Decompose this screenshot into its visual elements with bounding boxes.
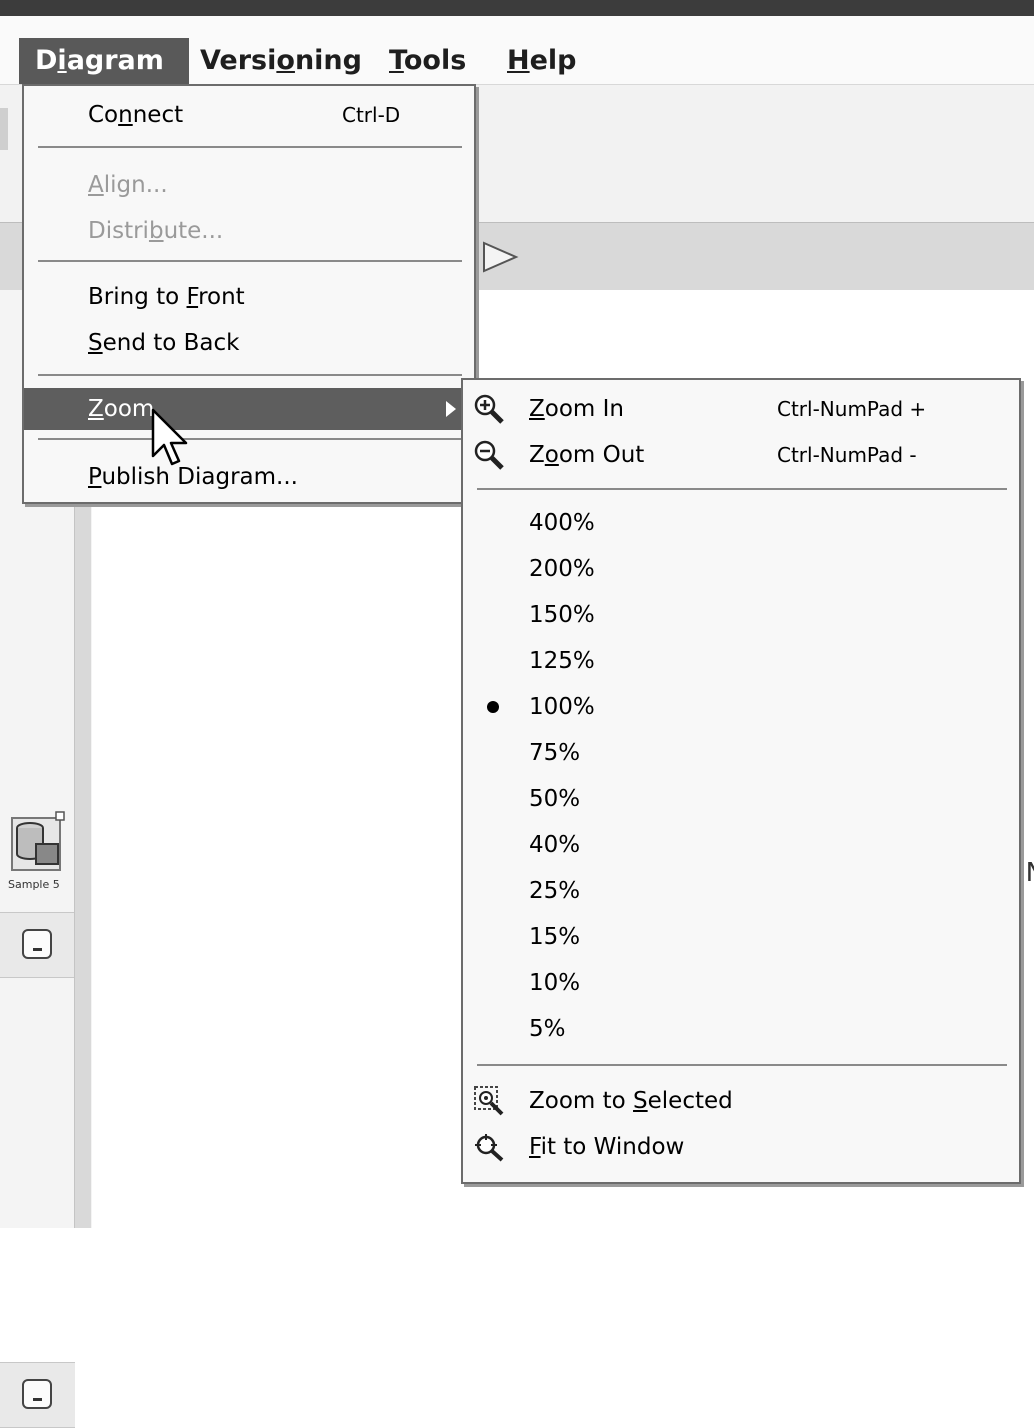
zoom-menu-item[interactable]: Zoom (24, 388, 474, 430)
zoom-submenu: Zoom In Ctrl-NumPad + Zoom Out Ctrl-NumP… (461, 378, 1021, 1184)
menu-separator (38, 260, 462, 262)
menu-separator (38, 146, 462, 148)
zoom-level-item[interactable]: 400% (463, 500, 1019, 546)
zoom-out-icon (474, 440, 504, 470)
menu-help[interactable]: Help (493, 38, 591, 84)
publish-diagram-menu-item[interactable]: Publish Diagram... (24, 456, 474, 498)
fit-to-window-icon (475, 1134, 504, 1162)
panel-header (0, 1362, 75, 1428)
zoom-out-menu-item[interactable]: Zoom Out Ctrl-NumPad - (463, 432, 1019, 478)
chevron-right-icon (446, 401, 456, 417)
zoom-level-item[interactable]: 5% (463, 1006, 1019, 1052)
collapse-icon[interactable] (22, 929, 52, 959)
diagram-dropdown-menu: Connect Ctrl-D Align... Distribute... Br… (22, 84, 476, 504)
collapse-icon[interactable] (22, 1379, 52, 1409)
align-menu-item: Align... (88, 172, 168, 198)
menu-separator (477, 1064, 1007, 1066)
mouse-pointer-icon (151, 408, 188, 466)
fit-to-window-menu-item[interactable]: Fit to Window (463, 1124, 1019, 1170)
window-top-edge (0, 0, 1034, 16)
zoom-level-item[interactable]: 75% (463, 730, 1019, 776)
bring-to-front-menu-item[interactable]: Bring to Front (24, 276, 474, 318)
connect-shortcut: Ctrl-D (342, 103, 401, 127)
play-icon[interactable] (480, 240, 520, 274)
zoom-level-item[interactable]: 200% (463, 546, 1019, 592)
menu-versioning[interactable]: Versioning (186, 38, 376, 84)
menu-separator (38, 438, 462, 440)
menu-diagram[interactable]: Diagram (19, 38, 189, 84)
zoom-level-item[interactable]: 15% (463, 914, 1019, 960)
zoom-level-item-selected[interactable]: 100% (463, 684, 1019, 730)
menu-tools[interactable]: Tools (375, 38, 480, 84)
toolbar-grip[interactable] (0, 108, 8, 150)
connect-menu-item[interactable]: Connect Ctrl-D (24, 94, 474, 136)
zoom-level-item[interactable]: 125% (463, 638, 1019, 684)
radio-bullet-icon (487, 701, 499, 713)
distribute-menu-item: Distribute... (88, 218, 224, 244)
panel-header (0, 912, 75, 978)
zoom-in-icon (474, 394, 504, 424)
zoom-in-menu-item[interactable]: Zoom In Ctrl-NumPad + (463, 386, 1019, 432)
diagram-node-label: Sample 5 (8, 878, 60, 891)
zoom-to-selected-menu-item[interactable]: Zoom to Selected (463, 1078, 1019, 1124)
send-to-back-menu-item[interactable]: Send to Back (24, 322, 474, 364)
zoom-out-shortcut: Ctrl-NumPad - (777, 443, 917, 467)
zoom-in-shortcut: Ctrl-NumPad + (777, 397, 927, 421)
zoom-level-item[interactable]: 10% (463, 960, 1019, 1006)
menu-separator (38, 374, 462, 376)
zoom-level-item[interactable]: 40% (463, 822, 1019, 868)
menu-bar: Diagram Versioning Tools Help (0, 16, 1034, 85)
zoom-level-item[interactable]: 50% (463, 776, 1019, 822)
zoom-to-selected-icon (474, 1086, 504, 1116)
zoom-level-item[interactable]: 150% (463, 592, 1019, 638)
database-icon[interactable] (10, 810, 66, 874)
menu-separator (477, 488, 1007, 490)
zoom-level-item[interactable]: 25% (463, 868, 1019, 914)
